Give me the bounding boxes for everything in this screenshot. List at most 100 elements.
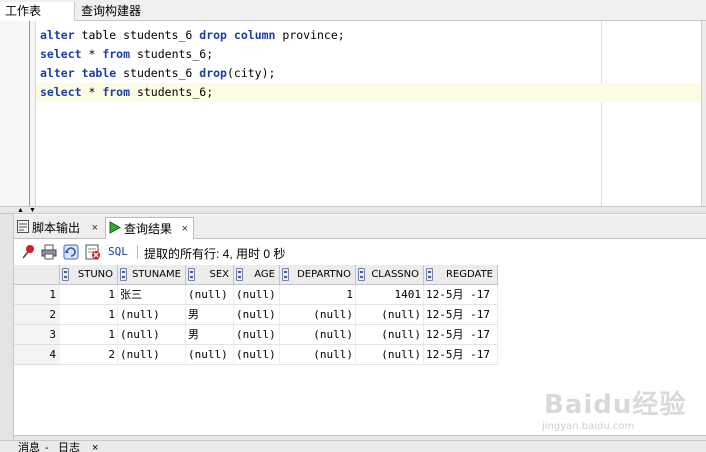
table-cell[interactable]: (null) <box>234 305 280 325</box>
sql-keyword: drop <box>199 28 227 42</box>
close-script-output-icon[interactable]: × <box>92 217 98 239</box>
table-cell[interactable]: (null) <box>234 325 280 345</box>
sort-icon[interactable] <box>236 268 243 281</box>
sort-icon[interactable] <box>188 268 195 281</box>
table-cell[interactable]: 男 <box>186 305 234 325</box>
tab-log[interactable]: 日志 <box>58 442 80 452</box>
column-header-label: AGE <box>254 269 275 280</box>
table-cell[interactable]: (null) <box>186 345 234 365</box>
column-header-label: STUNAME <box>131 269 181 280</box>
column-header-label: REGDATE <box>445 269 493 280</box>
top-tab-bar: 工作表 查询构建器 <box>0 0 706 21</box>
tab-worksheet[interactable]: 工作表 <box>0 2 75 21</box>
table-cell[interactable]: (null) <box>234 345 280 365</box>
table-cell[interactable]: 12-5月 -17 <box>424 345 498 365</box>
gutter-divider <box>29 21 30 206</box>
sort-icon[interactable] <box>282 268 289 281</box>
table-cell[interactable]: (null) <box>356 345 424 365</box>
column-header-stuno[interactable]: STUNO <box>60 265 118 285</box>
tab-query-builder[interactable]: 查询构建器 <box>76 2 146 21</box>
sql-text: * <box>81 85 103 99</box>
play-icon <box>109 219 122 241</box>
pin-icon[interactable] <box>20 244 36 260</box>
sql-keyword: select <box>40 85 82 99</box>
column-header-departno[interactable]: DEPARTNO <box>280 265 356 285</box>
sql-keyword: from <box>102 47 131 61</box>
table-cell[interactable]: 1 <box>60 285 118 305</box>
row-number[interactable]: 4 <box>14 345 60 365</box>
column-header-age[interactable]: AGE <box>234 265 280 285</box>
tab-messages-separator: - <box>45 442 49 452</box>
table-cell[interactable]: 12-5月 -17 <box>424 285 498 305</box>
refresh-icon[interactable] <box>63 244 79 260</box>
print-icon[interactable] <box>41 244 57 260</box>
code-line[interactable]: select * from students_6; <box>36 45 600 64</box>
table-cell[interactable]: (null) <box>280 325 356 345</box>
sql-text: students_6; <box>130 47 214 61</box>
column-header-label: DEPARTNO <box>297 269 351 280</box>
sort-icon[interactable] <box>426 268 433 281</box>
table-cell[interactable]: (null) <box>280 345 356 365</box>
sql-keyword: column <box>233 28 276 42</box>
table-cell[interactable]: (null) <box>118 345 186 365</box>
column-header-label: CLASSNO <box>371 269 419 280</box>
row-number[interactable]: 3 <box>14 325 60 345</box>
export-delete-icon[interactable] <box>85 244 101 260</box>
sql-editor[interactable]: alter table students_6 drop column provi… <box>0 21 706 206</box>
column-header-regdate[interactable]: REGDATE <box>424 265 498 285</box>
sql-text: students_6 <box>123 28 193 42</box>
toolbar-separator <box>137 245 138 259</box>
row-number[interactable]: 2 <box>14 305 60 325</box>
table-cell[interactable]: 2 <box>60 345 118 365</box>
close-log-icon[interactable]: × <box>92 442 98 452</box>
tab-query-result[interactable]: 查询结果 × <box>105 217 194 239</box>
sort-icon[interactable] <box>358 268 365 281</box>
table-cell[interactable]: 男 <box>186 325 234 345</box>
watermark-url: jingyan.baidu.com <box>542 421 635 432</box>
table-cell[interactable]: 12-5月 -17 <box>424 305 498 325</box>
table-cell[interactable]: 1401 <box>356 285 424 305</box>
table-cell[interactable]: (null) <box>186 285 234 305</box>
column-header-stuname[interactable]: STUNAME <box>118 265 186 285</box>
tab-script-output[interactable]: 脚本输出 × <box>14 217 103 239</box>
table-cell[interactable]: 张三 <box>118 285 186 305</box>
table-cell[interactable]: 1 <box>60 325 118 345</box>
table-cell[interactable]: (null) <box>356 305 424 325</box>
table-cell[interactable]: (null) <box>118 325 186 345</box>
bottom-tab-bar: 消息 - 日志 × <box>0 440 706 452</box>
fetch-status-text: 提取的所有行: 4, 用时 0 秒 <box>144 247 286 261</box>
sort-icon[interactable] <box>120 268 127 281</box>
sql-keyword: alter <box>40 66 75 80</box>
editor-vertical-scrollbar[interactable] <box>701 21 706 206</box>
table-cell[interactable]: (null) <box>356 325 424 345</box>
table-cell[interactable]: 1 <box>60 305 118 325</box>
sql-keyword: select <box>40 47 82 61</box>
table-cell[interactable]: (null) <box>118 305 186 325</box>
left-side-strip <box>0 214 14 446</box>
code-line[interactable]: alter table students_6 drop(city); <box>36 64 600 83</box>
sort-icon[interactable] <box>62 268 69 281</box>
splitter-up-arrow-icon[interactable]: ▲ <box>17 207 24 214</box>
sql-text: province; <box>275 28 345 42</box>
pane-splitter[interactable]: ▲ ▼ <box>0 206 706 214</box>
code-line[interactable]: alter table students_6 drop column provi… <box>36 26 600 45</box>
code-line[interactable]: select * from students_6; <box>36 83 706 102</box>
script-output-icon <box>17 218 29 240</box>
row-number[interactable]: 1 <box>14 285 60 305</box>
tab-query-result-label: 查询结果 <box>124 222 173 236</box>
table-cell[interactable]: 12-5月 -17 <box>424 325 498 345</box>
sql-text: table <box>74 28 124 42</box>
table-cell[interactable]: (null) <box>280 305 356 325</box>
sql-button[interactable]: SQL <box>108 245 128 258</box>
tab-script-output-label: 脚本输出 <box>32 221 81 235</box>
result-toolbar: SQL 提取的所有行: 4, 用时 0 秒 <box>14 240 706 265</box>
splitter-down-arrow-icon[interactable]: ▼ <box>29 207 36 214</box>
tab-messages[interactable]: 消息 <box>18 442 40 452</box>
column-header-sex[interactable]: SEX <box>186 265 234 285</box>
column-header-classno[interactable]: CLASSNO <box>356 265 424 285</box>
close-query-result-icon[interactable]: × <box>182 218 188 240</box>
sql-keyword: table <box>81 66 117 80</box>
table-cell[interactable]: 1 <box>280 285 356 305</box>
table-cell[interactable]: (null) <box>234 285 280 305</box>
